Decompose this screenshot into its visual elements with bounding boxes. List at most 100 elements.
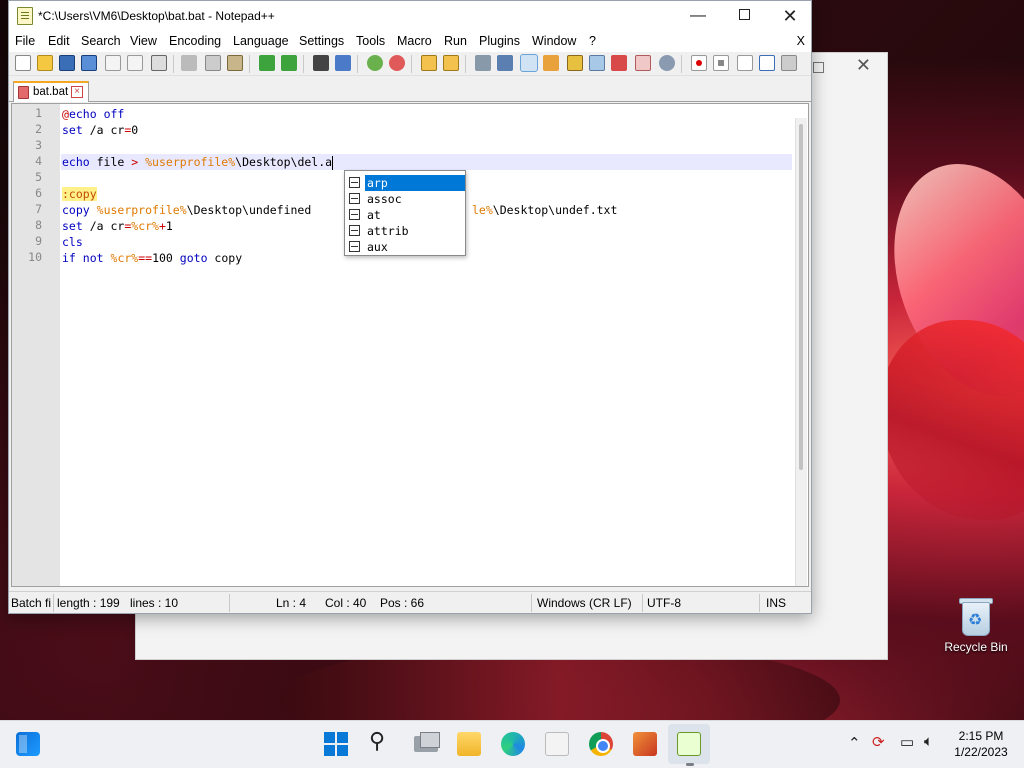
code-line[interactable]: set /a cr=%cr%+1: [62, 218, 173, 234]
function-list-icon[interactable]: [589, 55, 605, 71]
code-line[interactable]: set /a cr=0: [62, 122, 138, 138]
line-number[interactable]: 5: [12, 170, 42, 184]
menu-macro[interactable]: Macro: [397, 34, 432, 48]
autocomplete-item[interactable]: assoc: [346, 191, 465, 207]
windows-icon[interactable]: [324, 732, 348, 756]
open-file-icon[interactable]: [37, 55, 53, 71]
zoom-in-icon[interactable]: [367, 55, 383, 71]
task-view-icon[interactable]: [414, 732, 440, 752]
folder-as-workspace-icon[interactable]: [611, 55, 627, 71]
paste-icon[interactable]: [227, 55, 243, 71]
zoom-out-icon[interactable]: [389, 55, 405, 71]
line-number[interactable]: 4: [12, 154, 42, 168]
line-number[interactable]: 7: [12, 202, 42, 216]
status-separator: [53, 594, 54, 612]
line-number[interactable]: 8: [12, 218, 42, 232]
search-icon[interactable]: ⚲: [369, 728, 393, 753]
undo-icon[interactable]: [259, 55, 275, 71]
close-icon[interactable]: ✕: [856, 55, 871, 76]
line-number[interactable]: 10: [12, 250, 42, 264]
redo-icon[interactable]: [281, 55, 297, 71]
replace-icon[interactable]: [335, 55, 351, 71]
wallpaper-shape: [880, 320, 1024, 520]
save-icon[interactable]: [59, 55, 75, 71]
cut-icon[interactable]: [181, 55, 197, 71]
autocomplete-item[interactable]: attrib: [346, 223, 465, 239]
document-map-icon[interactable]: [567, 55, 583, 71]
paint-icon[interactable]: [633, 732, 657, 756]
word-wrap-icon[interactable]: [475, 55, 491, 71]
maximize-button[interactable]: [721, 1, 767, 32]
sync-vertical-icon[interactable]: [421, 55, 437, 71]
store-icon[interactable]: [545, 732, 569, 756]
menu-language[interactable]: Language: [233, 34, 289, 48]
close-all-icon[interactable]: [127, 55, 143, 71]
network-icon[interactable]: ▭: [900, 733, 914, 751]
menu-encoding[interactable]: Encoding: [169, 34, 221, 48]
line-number[interactable]: 6: [12, 186, 42, 200]
close-button[interactable]: ✕: [767, 1, 813, 32]
save-macro-icon[interactable]: [781, 55, 797, 71]
line-number[interactable]: 1: [12, 106, 42, 120]
file-explorer-icon[interactable]: [457, 732, 481, 756]
vertical-scrollbar[interactable]: [795, 118, 807, 586]
menu-view[interactable]: View: [130, 34, 157, 48]
line-number[interactable]: 2: [12, 122, 42, 136]
tab-bat-bat[interactable]: bat.bat ×: [13, 81, 89, 102]
autocomplete-item[interactable]: aux: [346, 239, 465, 255]
tab-close-icon[interactable]: ×: [71, 86, 83, 98]
user-defined-language-icon[interactable]: [543, 55, 559, 71]
autocomplete-popup[interactable]: arp assoc at attrib aux: [344, 170, 466, 256]
menu-tools[interactable]: Tools: [356, 34, 385, 48]
copy-icon[interactable]: [205, 55, 221, 71]
status-mode: INS: [766, 596, 787, 610]
scrollbar-thumb[interactable]: [799, 124, 803, 470]
edge-icon[interactable]: [501, 732, 525, 756]
volume-icon[interactable]: 🔈︎: [924, 733, 933, 750]
save-all-icon[interactable]: [81, 55, 97, 71]
maximize-icon[interactable]: [813, 62, 824, 73]
close-document-button[interactable]: X: [797, 34, 805, 48]
chrome-icon[interactable]: [589, 732, 613, 756]
play-macro-icon[interactable]: [737, 55, 753, 71]
notepadpp-app-icon[interactable]: [17, 7, 33, 25]
find-icon[interactable]: [313, 55, 329, 71]
code-line[interactable]: copy %userprofile%\Desktop\undefined le%\…: [62, 202, 617, 218]
close-file-icon[interactable]: [105, 55, 121, 71]
show-all-characters-icon[interactable]: [497, 55, 513, 71]
system-clock[interactable]: 2:15 PM 1/22/2023: [948, 728, 1014, 760]
line-number[interactable]: 9: [12, 234, 42, 248]
menu-search[interactable]: Search: [81, 34, 121, 48]
recycle-bin[interactable]: ♻ Recycle Bin: [940, 596, 1012, 654]
monitoring-icon[interactable]: [635, 55, 651, 71]
stop-macro-icon[interactable]: [713, 55, 729, 71]
title-bar[interactable]: *C:\Users\VM6\Desktop\bat.bat - Notepad+…: [9, 1, 811, 32]
code-line[interactable]: :copy: [62, 186, 97, 202]
menu-plugins[interactable]: Plugins: [479, 34, 520, 48]
code-line[interactable]: if not %cr%==100 goto copy: [62, 250, 242, 266]
menu-window[interactable]: Window: [532, 34, 576, 48]
menu-file[interactable]: File: [15, 34, 35, 48]
menu-edit[interactable]: Edit: [48, 34, 70, 48]
new-file-icon[interactable]: [15, 55, 31, 71]
print-icon[interactable]: [151, 55, 167, 71]
code-line[interactable]: @echo off: [62, 106, 124, 122]
record-macro-icon[interactable]: [691, 55, 707, 71]
autocomplete-item[interactable]: arp: [346, 175, 465, 191]
menu-run[interactable]: Run: [444, 34, 467, 48]
minimize-button[interactable]: —: [675, 1, 721, 32]
menu-help[interactable]: ?: [589, 34, 596, 48]
menu-settings[interactable]: Settings: [299, 34, 344, 48]
indent-guide-icon[interactable]: [520, 54, 538, 72]
code-line[interactable]: cls: [62, 234, 83, 250]
sync-horizontal-icon[interactable]: [443, 55, 459, 71]
line-number[interactable]: 3: [12, 138, 42, 152]
code-line[interactable]: echo file > %userprofile%\Desktop\del.a: [62, 154, 334, 170]
sync-icon[interactable]: ⟳: [872, 733, 885, 751]
view-icon[interactable]: [659, 55, 675, 71]
run-macro-multiple-icon[interactable]: [759, 55, 775, 71]
notepadpp-icon[interactable]: [677, 732, 701, 766]
start-icon[interactable]: [16, 732, 40, 756]
chevron-up-icon[interactable]: ⌃: [848, 734, 861, 752]
autocomplete-item[interactable]: at: [346, 207, 465, 223]
